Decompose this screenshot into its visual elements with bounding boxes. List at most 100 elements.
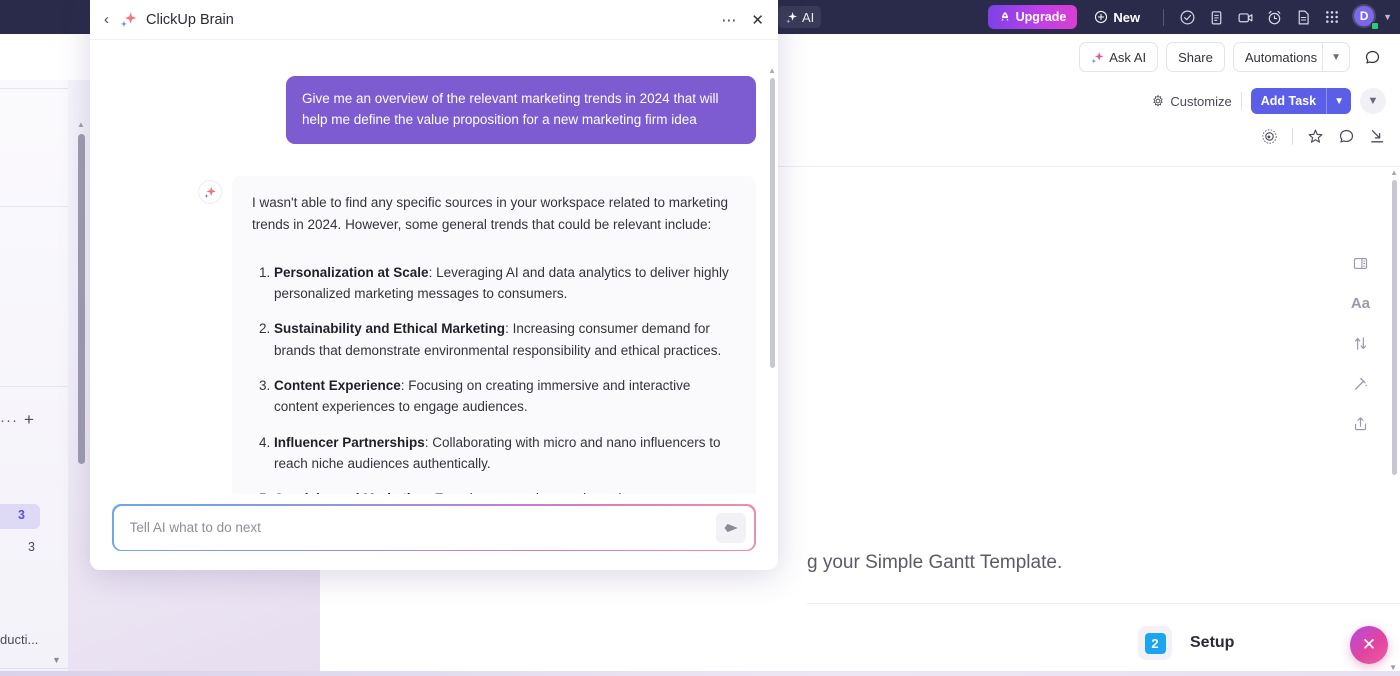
- sidebar-scrollbar[interactable]: [78, 134, 85, 464]
- modal-close-icon[interactable]: ✕: [751, 11, 764, 29]
- sidebar-count-active[interactable]: 3: [18, 508, 25, 522]
- ai-button[interactable]: AI: [778, 6, 821, 28]
- sidebar-count-second[interactable]: 3: [28, 540, 35, 554]
- modal-title: ClickUp Brain: [146, 12, 721, 28]
- comment-icon[interactable]: [1338, 128, 1355, 145]
- modal-header: ‹ ClickUp Brain ⋯ ✕: [90, 0, 778, 40]
- more-views-chevron-icon[interactable]: ▼: [1360, 88, 1386, 114]
- user-avatar-wrap[interactable]: D: [1352, 4, 1378, 30]
- convert-icon[interactable]: [1352, 335, 1369, 352]
- close-chat-fab[interactable]: ✕: [1350, 626, 1388, 664]
- avatar-status-dot: [1371, 22, 1379, 30]
- ai-message-bubble: I wasn't able to find any specific sourc…: [232, 176, 756, 494]
- gear-icon: [1151, 94, 1165, 108]
- top-bar-divider: [1163, 9, 1164, 26]
- document-toolbar-divider: [1292, 128, 1293, 145]
- ai-message-row: I wasn't able to find any specific sourc…: [198, 176, 756, 494]
- share-label: Share: [1178, 50, 1213, 65]
- ai-prompt-input[interactable]: [130, 520, 717, 535]
- upgrade-label: Upgrade: [1016, 10, 1067, 24]
- doc-icon[interactable]: [1290, 4, 1316, 30]
- ask-ai-button[interactable]: Ask AI: [1079, 42, 1158, 72]
- new-button[interactable]: New: [1085, 5, 1149, 30]
- bottom-strip: [0, 671, 1400, 676]
- list-item: Personalization at Scale: Leveraging AI …: [274, 262, 736, 305]
- target-icon[interactable]: [1261, 128, 1278, 145]
- ai-input-gradient-border: [112, 504, 756, 551]
- close-icon: ✕: [1362, 635, 1376, 655]
- modal-conversation: Give me an overview of the relevant mark…: [90, 40, 778, 494]
- sidebar-rail: [0, 34, 68, 676]
- add-task-chevron-down-icon[interactable]: ▼: [1326, 88, 1351, 114]
- more-horizontal-icon[interactable]: ⋯: [721, 11, 737, 29]
- automations-label: Automations: [1245, 50, 1317, 65]
- toolbar-divider: [1241, 92, 1242, 110]
- sparkle-icon: [785, 11, 798, 24]
- new-label: New: [1113, 10, 1140, 25]
- sidebar-divider-2: [0, 206, 68, 207]
- clipboard-icon[interactable]: [1203, 4, 1229, 30]
- share-button[interactable]: Share: [1166, 42, 1225, 72]
- setup-number-badge-wrap: 2: [1138, 626, 1172, 660]
- list-item-term: Influencer Partnerships: [274, 435, 425, 450]
- star-icon[interactable]: [1307, 128, 1324, 145]
- ai-trends-list: Personalization at Scale: Leveraging AI …: [252, 262, 736, 494]
- collapse-icon[interactable]: [1369, 128, 1386, 145]
- avatar-chevron-down-icon[interactable]: ▼: [1383, 12, 1392, 22]
- ai-avatar-sparkle-icon: [198, 180, 222, 204]
- ai-button-label: AI: [802, 10, 814, 25]
- document-side-rail: Aa: [1351, 255, 1370, 432]
- setup-heading: Setup: [1190, 634, 1234, 652]
- conversation-scroll-up-arrow[interactable]: ▲: [768, 66, 776, 75]
- list-item: Content Experience: Focusing on creating…: [274, 375, 736, 418]
- ai-intro-paragraph: I wasn't able to find any specific sourc…: [252, 192, 736, 236]
- modal-footer: [90, 494, 778, 570]
- clickup-brain-modal: ‹ ClickUp Brain ⋯ ✕ Give me an overview …: [90, 0, 778, 570]
- send-icon[interactable]: [716, 513, 746, 543]
- sidebar-divider-3: [0, 386, 68, 387]
- upgrade-button[interactable]: Upgrade: [988, 5, 1078, 29]
- automations-chevron-down-icon[interactable]: ▼: [1322, 43, 1349, 71]
- grid-apps-icon[interactable]: [1319, 4, 1345, 30]
- page-scrollbar[interactable]: [1392, 180, 1397, 475]
- ask-ai-label: Ask AI: [1109, 50, 1146, 65]
- chevron-left-icon[interactable]: ‹: [104, 11, 109, 28]
- brain-sparkle-icon: [120, 11, 137, 28]
- sidebar-truncated-item[interactable]: ducti...: [0, 632, 38, 647]
- timer-icon[interactable]: [1261, 4, 1287, 30]
- magic-wand-icon[interactable]: [1352, 375, 1369, 392]
- list-item-term: Sustainability and Ethical Marketing: [274, 321, 505, 336]
- conversation-scroll-area: Give me an overview of the relevant mark…: [90, 40, 778, 494]
- panel-toggle-icon[interactable]: [1352, 255, 1369, 272]
- page-scroll-up-arrow[interactable]: ▲: [1390, 168, 1398, 177]
- automations-button[interactable]: Automations ▼: [1233, 42, 1350, 72]
- add-task-label: Add Task: [1251, 94, 1326, 108]
- setup-section-row: 2 Setup: [1138, 626, 1234, 660]
- document-toolbar: [1261, 128, 1386, 145]
- video-icon[interactable]: [1232, 4, 1258, 30]
- screen-root: ▲ ··· + 3 3 ducti... ▼ Help Δ Tе · g you…: [0, 0, 1400, 676]
- setup-number-badge: 2: [1145, 633, 1166, 654]
- sparkle-icon: [1091, 51, 1104, 64]
- plus-circle-icon: [1094, 10, 1108, 24]
- user-message-bubble: Give me an overview of the relevant mark…: [286, 76, 756, 144]
- list-item-term: Content Experience: [274, 378, 401, 393]
- share-upload-icon[interactable]: [1352, 415, 1369, 432]
- list-item-term: Personalization at Scale: [274, 265, 429, 280]
- sidebar-divider-4: [0, 668, 68, 669]
- customize-label: Customize: [1170, 94, 1231, 109]
- gantt-template-text: g your Simple Gantt Template.: [807, 552, 1062, 574]
- search-icon[interactable]: [1358, 43, 1386, 71]
- font-size-icon[interactable]: Aa: [1351, 295, 1370, 312]
- rocket-icon: [999, 11, 1011, 23]
- sidebar-item-chevron-icon[interactable]: ▼: [52, 655, 61, 665]
- document-section-divider: [807, 603, 1400, 604]
- sidebar-add-button[interactable]: +: [24, 410, 34, 430]
- customize-button[interactable]: Customize: [1151, 94, 1231, 109]
- list-item: Influencer Partnerships: Collaborating w…: [274, 432, 736, 475]
- add-task-button[interactable]: Add Task ▼: [1251, 88, 1351, 114]
- sidebar-more-button[interactable]: ···: [0, 412, 18, 429]
- conversation-scrollbar[interactable]: [770, 78, 775, 368]
- check-circle-icon[interactable]: [1174, 4, 1200, 30]
- list-item: Sustainability and Ethical Marketing: In…: [274, 318, 736, 361]
